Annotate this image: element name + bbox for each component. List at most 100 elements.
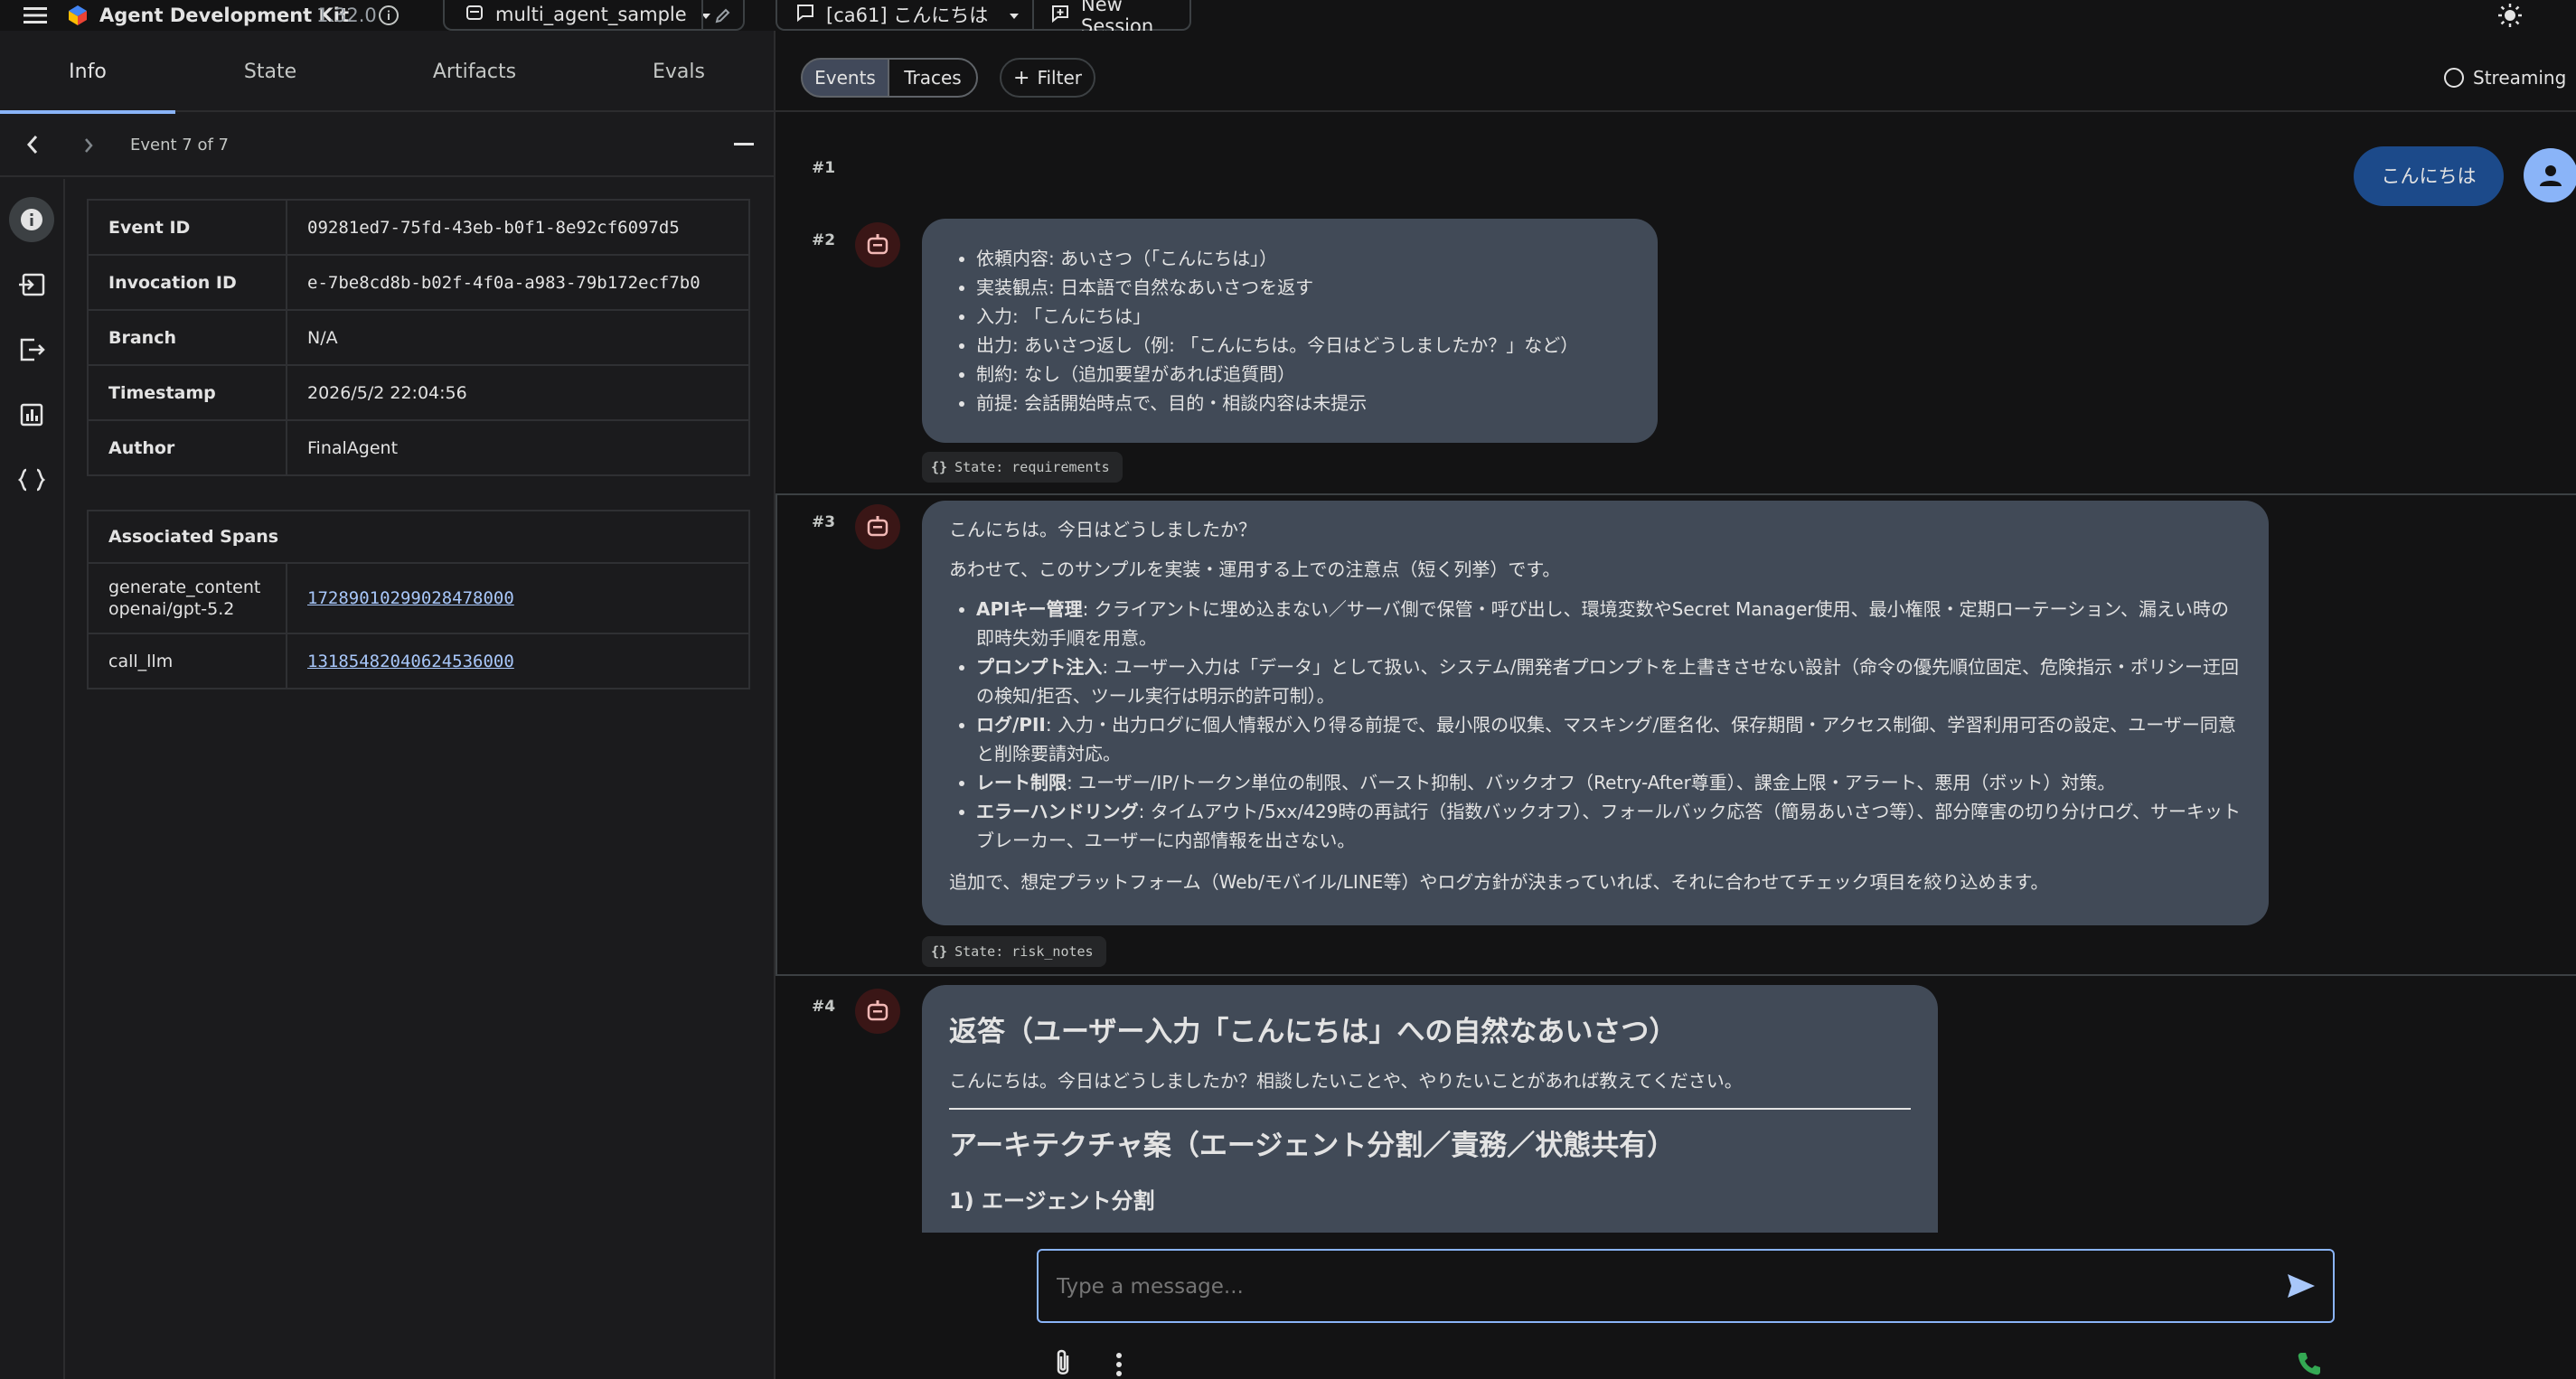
braces-icon: {} — [931, 943, 948, 960]
filter-button[interactable]: + Filter — [1000, 58, 1095, 98]
list-item: レート制限: ユーザー/IP/トークン単位の制限、バースト抑制、バックオフ（Re… — [976, 768, 2242, 797]
tab-evals[interactable]: Evals — [582, 31, 776, 112]
message-composer — [1037, 1249, 2335, 1323]
list-item-term: プロンプト注入 — [976, 656, 1103, 678]
list-item: 入力: 「こんにちは」 — [976, 302, 1658, 331]
tab-info[interactable]: Info — [0, 31, 175, 114]
bot-message-bubble: 依頼内容: あいさつ（「こんにちは」） 実装観点: 日本語で自然なあいさつを返す… — [922, 219, 1658, 443]
json-view-icon[interactable] — [9, 457, 54, 502]
app-version: 1.32.0 — [316, 5, 377, 26]
streaming-toggle[interactable]: Streaming — [2444, 67, 2566, 89]
events-toggle[interactable]: Events — [801, 58, 889, 98]
detail-row: Invocation ID e-7be8cd8b-b02f-4f0a-a983-7… — [88, 255, 749, 311]
side-panel: Info State Artifacts Evals Event 7 of 7 … — [0, 31, 776, 1379]
tab-state[interactable]: State — [175, 31, 365, 112]
tab-artifacts[interactable]: Artifacts — [380, 31, 569, 112]
next-event-button[interactable] — [83, 136, 94, 158]
detail-value: 2026/5/2 22:04:56 — [287, 365, 749, 421]
state-chip[interactable]: {} State: requirements — [922, 452, 1123, 483]
list-item-text: : ユーザー/IP/トークン単位の制限、バースト抑制、バックオフ（Retry-A… — [1067, 772, 2116, 793]
prev-event-button[interactable] — [25, 134, 40, 159]
chat-toolbar: Events Traces + Filter Streaming — [776, 31, 2576, 112]
edit-icon[interactable] — [701, 0, 743, 31]
plus-icon: + — [1013, 66, 1030, 89]
detail-value: N/A — [287, 310, 749, 366]
list-item-text: : ユーザー入力は「データ」として扱い、システム/開発者プロンプトを上書きさせな… — [976, 656, 2240, 707]
list-item-term: APIキー管理 — [976, 598, 1083, 620]
bot-message-bubble: こんにちは。今日はどうしましたか？ あわせて、このサンプルを実装・運用する上での… — [922, 501, 2269, 925]
new-session-button[interactable]: New Session — [1032, 0, 1189, 37]
agent-selector[interactable]: multi_agent_sample — [443, 0, 745, 31]
event-number: #3 — [812, 513, 836, 531]
list-item: 出力: あいさつ返し（例: 「こんにちは。今日はどうしましたか？」など） — [976, 331, 1658, 360]
list-item: プロンプト注入: ユーザー入力は「データ」として扱い、システム/開発者プロンプト… — [976, 652, 2242, 710]
event-navigator: Event 7 of 7 — [0, 114, 776, 177]
message-input[interactable] — [1057, 1267, 2259, 1307]
message-subheading: 1) エージェント分割 — [949, 1188, 1155, 1214]
spans-header-row: Associated Spans — [88, 511, 749, 564]
attach-icon[interactable] — [1054, 1348, 1072, 1379]
detail-row: Event ID 09281ed7-75fd-43eb-b0f1-8e92cf60… — [88, 200, 749, 256]
collapse-icon[interactable] — [734, 143, 754, 145]
list-item: 依頼内容: あいさつ（「こんにちは」） — [976, 244, 1658, 273]
detail-key: Author — [88, 420, 287, 476]
session-selector[interactable]: [ca61] こんにちは New Session — [776, 0, 1191, 37]
list-item: 制約: なし（追加要望があれば追質問） — [976, 360, 1658, 389]
event-number: #1 — [812, 159, 836, 177]
state-chip[interactable]: {} State: risk_notes — [922, 936, 1106, 967]
more-options-icon[interactable] — [1115, 1352, 1123, 1379]
event-counter: Event 7 of 7 — [130, 136, 229, 155]
detail-key: Event ID — [88, 200, 287, 256]
chart-view-icon[interactable] — [9, 392, 54, 437]
info-view-icon[interactable] — [9, 197, 54, 242]
event-number: #4 — [812, 998, 836, 1016]
adk-logo-icon — [67, 0, 89, 31]
chat-panel: Events Traces + Filter Streaming #1 こんにち… — [776, 31, 2576, 1379]
detail-view-rail — [0, 179, 65, 1379]
span-id-link[interactable]: 17289010299028478000 — [307, 588, 514, 608]
message-paragraph: こんにちは。今日はどうしましたか？相談したいことや、やりたいことがあれば教えてく… — [949, 1066, 1911, 1110]
associated-spans-table: Associated Spans generate_content openai… — [87, 510, 750, 690]
list-item-term: エラーハンドリング — [976, 801, 1139, 822]
theme-toggle-icon[interactable] — [2496, 0, 2524, 31]
app-title: Agent Development Kit — [99, 5, 350, 26]
menu-icon[interactable] — [24, 0, 47, 31]
list-item: 実装観点: 日本語で自然なあいさつを返す — [976, 273, 1658, 302]
event-number: #2 — [812, 231, 836, 249]
app-root: Agent Development Kit 1.32.0 multi_agent… — [0, 0, 2576, 1379]
event-details-table: Event ID 09281ed7-75fd-43eb-b0f1-8e92cf60… — [87, 199, 750, 476]
span-row: generate_content openai/gpt-5.2 172890102… — [88, 563, 749, 634]
span-name: call_llm — [88, 633, 287, 690]
bot-avatar-icon — [855, 504, 900, 549]
requirements-list: 依頼内容: あいさつ（「こんにちは」） 実装観点: 日本語で自然なあいさつを返す… — [922, 244, 1658, 417]
output-view-icon[interactable] — [9, 327, 54, 372]
send-icon[interactable] — [2286, 1272, 2317, 1303]
agent-name: multi_agent_sample — [495, 4, 687, 25]
phone-icon[interactable] — [2296, 1350, 2323, 1379]
detail-key: Branch — [88, 310, 287, 366]
span-row: call_llm 13185482040624536000 — [88, 633, 749, 690]
user-avatar-icon — [2524, 148, 2576, 202]
span-id-link[interactable]: 13185482040624536000 — [307, 652, 514, 671]
list-item-text: : タイムアウト/5xx/429時の再試行（指数バックオフ）、フォールバック応答… — [976, 801, 2241, 851]
list-item: APIキー管理: クライアントに埋め込まない／サーバ側で保管・呼び出し、環境変数… — [976, 595, 2242, 652]
chevron-down-icon — [1008, 4, 1020, 25]
state-chip-label: State: requirements — [954, 459, 1110, 475]
list-item: 前提: 会話開始時点で、目的・相談内容は未提示 — [976, 389, 1658, 417]
message-heading: アーキテクチャ案（エージェント分割／責務／状態共有） — [949, 1130, 1676, 1162]
detail-row: Author FinalAgent — [88, 420, 749, 476]
risk-notes-list: APIキー管理: クライアントに埋め込まない／サーバ側で保管・呼び出し、環境変数… — [949, 595, 2242, 855]
bot-message-bubble: 返答（ユーザー入力「こんにちは」への自然なあいさつ） こんにちは。今日はどうしま… — [922, 985, 1938, 1233]
add-chat-icon — [1050, 4, 1070, 28]
chat-icon — [795, 3, 815, 27]
traces-toggle[interactable]: Traces — [888, 58, 978, 98]
list-item: ログ/PII: 入力・出力ログに個人情報が入り得る前提で、最小限の収集、マスキン… — [976, 710, 2242, 768]
input-view-icon[interactable] — [9, 262, 54, 307]
spans-header: Associated Spans — [88, 511, 749, 564]
info-icon[interactable] — [378, 0, 400, 31]
message-paragraph: あわせて、このサンプルを実装・運用する上での注意点（短く列挙）です。 — [949, 558, 1561, 580]
message-paragraph: 追加で、想定プラットフォーム（Web/モバイル/LINE等）やログ方針が決まって… — [949, 871, 2049, 893]
list-item-text: : クライアントに埋め込まない／サーバ側で保管・呼び出し、環境変数やSecret… — [976, 598, 2230, 649]
bot-avatar-icon — [855, 222, 900, 267]
braces-icon: {} — [931, 459, 948, 475]
